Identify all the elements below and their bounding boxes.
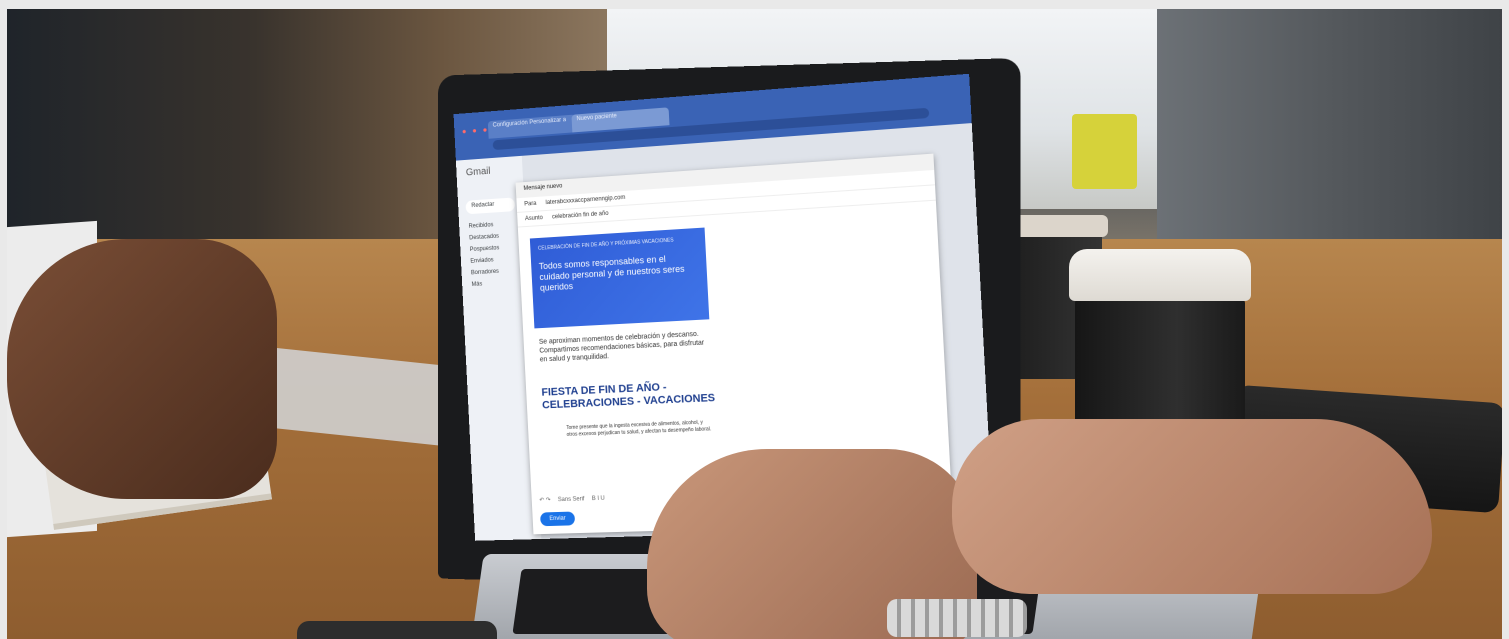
to-value: laterabcxxxaccparnenngip.com <box>545 194 626 207</box>
compose-button[interactable]: Redactar <box>465 197 516 215</box>
italic-icon[interactable]: I <box>597 496 599 502</box>
sidebar-item-drafts[interactable]: Borradores <box>471 269 499 276</box>
sidebar-item-snoozed[interactable]: Pospuestos <box>470 245 500 253</box>
sidebar-item-sent[interactable]: Enviados <box>470 257 493 264</box>
bracelet-icon <box>887 599 1027 637</box>
sidebar-item-starred[interactable]: Destacados <box>469 234 499 242</box>
banner-headline: Todos somos responsables en el cuidado p… <box>538 253 685 293</box>
email-heading: FIESTA DE FIN DE AÑO - CELEBRACIONES - V… <box>541 381 716 412</box>
redo-icon[interactable]: ↷ <box>546 497 551 503</box>
to-label: Para <box>524 200 537 208</box>
sidebar-item-more[interactable]: Más <box>471 281 482 287</box>
subject-label: Asunto <box>524 215 543 223</box>
email-small-text: Tome presente que la ingesta excesiva de… <box>566 419 712 438</box>
subject-value: celebración fin de año <box>551 210 609 221</box>
font-select[interactable]: Sans Serif <box>558 496 585 503</box>
undo-icon[interactable]: ↶ <box>539 498 544 504</box>
typing-hand-right <box>952 419 1432 594</box>
photo-frame: ● ● ● Configuración Personalizar a Nuevo… <box>7 9 1502 639</box>
gmail-logo: Gmail <box>465 165 491 179</box>
sidebar-item-inbox[interactable]: Recibidos <box>468 222 493 229</box>
send-button[interactable]: Enviar <box>539 511 576 527</box>
underline-icon[interactable]: U <box>600 496 605 502</box>
plant-pot-icon <box>1072 114 1137 189</box>
email-body-text: Se aproximan momentos de celebración y d… <box>538 330 705 364</box>
email-banner: CELEBRACIÓN DE FIN DE AÑO Y PRÓXIMAS VAC… <box>529 227 710 329</box>
hand-with-pen <box>7 239 277 499</box>
bold-icon[interactable]: B <box>592 496 596 502</box>
window-controls-icon: ● ● ● <box>461 125 490 136</box>
banner-kicker: CELEBRACIÓN DE FIN DE AÑO Y PRÓXIMAS VAC… <box>537 237 674 252</box>
phone-icon <box>297 621 497 639</box>
